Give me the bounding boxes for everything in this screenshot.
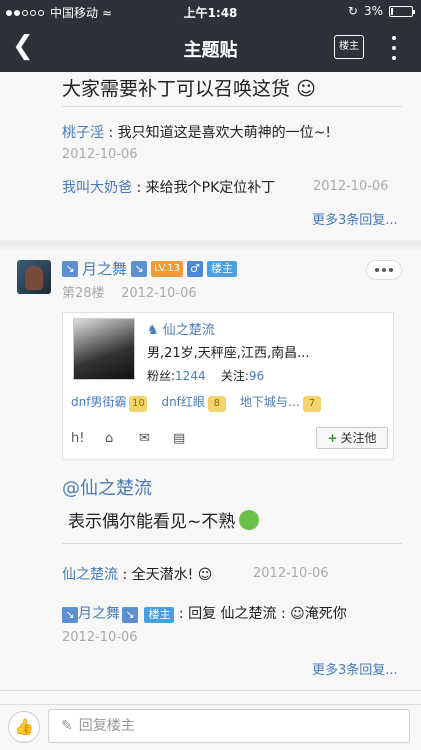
level-badge: LV.13 (151, 260, 183, 277)
reply-date: 2012-10-06 (313, 179, 389, 194)
reply-date: 2012-10-06 (62, 630, 138, 645)
post-floor-28: ↘ 月之舞 ↘ LV.13 ♂ 楼主 第28楼 2012-10-06 ♞ 仙之楚… (0, 250, 421, 704)
reply-text: 全天潜水! (131, 567, 194, 583)
card-name: ♞ 仙之楚流 (147, 323, 215, 338)
tag: 地下城与… 7 (240, 393, 321, 412)
like-thumb-icon[interactable]: 👍 (8, 711, 40, 743)
card-icons: h! ⌂ ✉ ▤ (71, 431, 191, 447)
nav-bar: ❮ 主题贴 楼主 (0, 22, 421, 72)
reply-text: 来给我个PK定位补丁 (145, 180, 276, 196)
share-arrow-icon: ↘ (131, 260, 148, 277)
reply-text: 淹死你 (304, 606, 347, 622)
emoticon-icon: ☺ (296, 78, 316, 100)
status-bar: 中国移动 ≈ 上午1:48 ↻ 3% (0, 0, 421, 22)
reply-input[interactable]: ✎ 回复楼主 (48, 709, 410, 743)
reply-item[interactable]: ↘ 月之舞 ↘ 楼主 : 回复 仙之楚流 : ☺淹死你 (62, 603, 347, 623)
divider (62, 543, 402, 544)
battery-percent: 3% (363, 4, 383, 18)
emoticon-icon: ☺ (197, 567, 213, 583)
reply-placeholder: 回复楼主 (78, 718, 135, 734)
reply-text: 我只知道这是喜欢大萌神的一位~! (117, 125, 331, 141)
post-body: 表示偶尔能看见~不熟 (68, 507, 260, 532)
floor-number: 第28楼 (62, 286, 105, 301)
post-list[interactable]: 大家需要补丁可以召唤这货 ☺ 桃子淫 : 我只知道这是喜欢大萌神的一位~! 20… (0, 72, 421, 704)
post-date: 2012-10-06 (121, 286, 197, 301)
card-tags: dnf男街霸 10 dnf红眼 8 地下城与… 7 (71, 393, 321, 412)
post-text: 大家需要补丁可以召唤这货 ☺ (62, 78, 316, 100)
card-stats: 粉丝:1244 关注:96 (147, 369, 265, 383)
post-author[interactable]: ↘ 月之舞 ↘ LV.13 ♂ 楼主 (62, 258, 237, 279)
reply-user[interactable]: 仙之楚流 (62, 567, 118, 583)
reply-target[interactable]: 仙之楚流 (221, 606, 277, 622)
author-name[interactable]: 月之舞 (82, 258, 127, 279)
follow-button: + 关注他 (316, 427, 388, 449)
card-info: 男,21岁,天秤座,江西,南昌... (147, 346, 310, 361)
profile-icon: ▤ (173, 431, 186, 446)
emoticon-icon (239, 510, 260, 530)
battery-icon (389, 5, 415, 17)
divider (62, 106, 402, 107)
card-avatar (73, 318, 135, 380)
reply-user[interactable]: ↘ 月之舞 ↘ 楼主 (62, 606, 179, 623)
louzhu-badge: 楼主 (206, 260, 237, 277)
share-arrow-icon: ↘ (62, 607, 78, 623)
prev-post: 大家需要补丁可以召唤这货 ☺ 桃子淫 : 我只知道这是喜欢大萌神的一位~! 20… (0, 72, 421, 240)
more-replies-link[interactable]: 更多3条回复... (312, 209, 398, 228)
tag: dnf红眼 8 (161, 393, 226, 412)
bottom-bar: 👍 ✎ 回复楼主 (0, 704, 421, 750)
reply-item[interactable]: 桃子淫 : 我只知道这是喜欢大萌神的一位~! (62, 122, 331, 142)
lock-rotation-icon: ↻ (347, 4, 358, 18)
post-more-button[interactable] (366, 260, 402, 280)
emoticon-icon: ☺ (290, 606, 305, 622)
reply-user[interactable]: 桃子淫 (62, 125, 104, 141)
profile-card-image[interactable]: ♞ 仙之楚流 男,21岁,天秤座,江西,南昌... 粉丝:1244 关注:96 … (62, 312, 394, 460)
tag: dnf男街霸 10 (71, 393, 148, 412)
only-louzhu-button[interactable]: 楼主 (334, 35, 364, 59)
home-icon: ⌂ (105, 431, 114, 446)
share-arrow-icon: ↘ (62, 260, 78, 277)
hi-icon: h! (71, 431, 85, 446)
avatar[interactable] (17, 260, 51, 294)
user-icon: ♞ (147, 323, 159, 338)
more-replies-link[interactable]: 更多3条回复... (312, 659, 398, 678)
reply-date: 2012-10-06 (62, 147, 138, 162)
more-options-icon[interactable] (388, 34, 400, 62)
louzhu-badge: 楼主 (144, 607, 175, 623)
floor-info: 第28楼 2012-10-06 (62, 282, 197, 301)
reply-item[interactable]: 我叫大奶爸 : 来给我个PK定位补丁 (62, 177, 275, 197)
pencil-icon: ✎ (61, 718, 73, 734)
share-arrow-icon: ↘ (122, 607, 138, 623)
reply-date: 2012-10-06 (253, 566, 329, 581)
reply-user[interactable]: 我叫大奶爸 (62, 180, 132, 196)
mention[interactable]: @仙之楚流 (62, 474, 152, 500)
section-gap (0, 240, 421, 246)
reply-item[interactable]: 仙之楚流 : 全天潜水! ☺ (62, 564, 212, 584)
divider (0, 690, 421, 691)
top-bar: 中国移动 ≈ 上午1:48 ↻ 3% ❮ 主题贴 楼主 (0, 0, 421, 72)
mail-icon: ✉ (139, 431, 150, 446)
male-icon: ♂ (186, 260, 203, 277)
page: 中国移动 ≈ 上午1:48 ↻ 3% ❮ 主题贴 楼主 大家需要补丁可以召唤这货… (0, 0, 421, 750)
